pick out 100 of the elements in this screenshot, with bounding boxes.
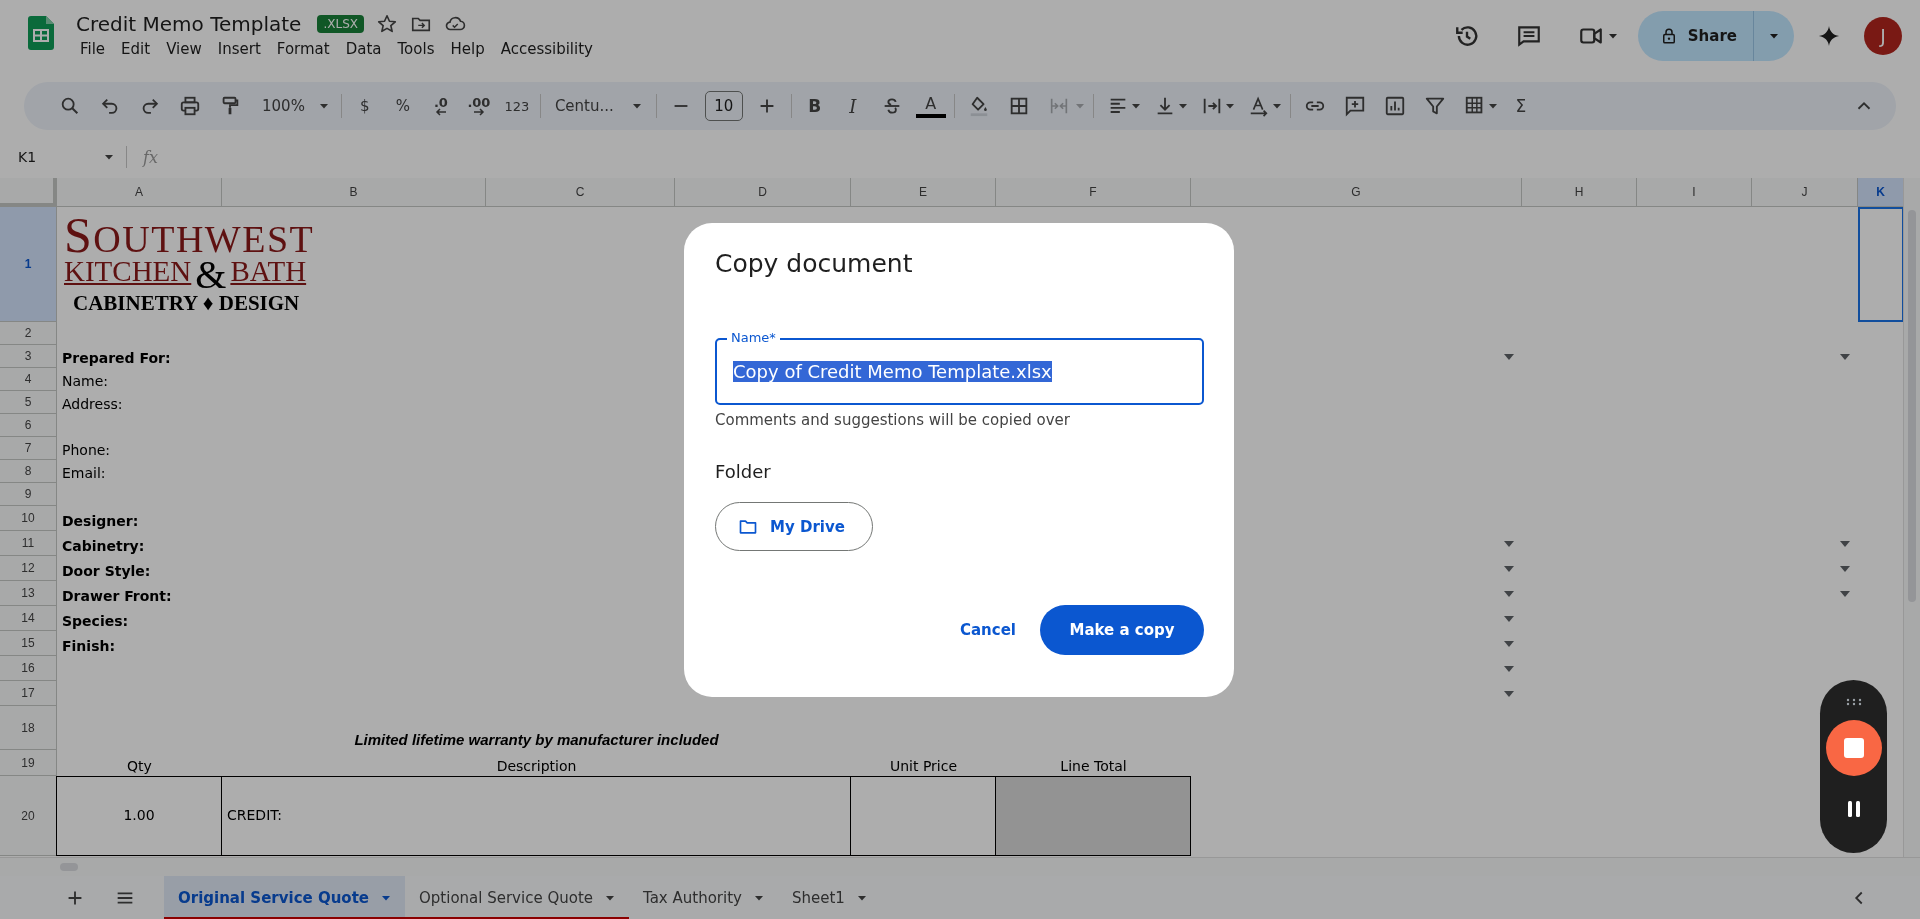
currency-format-button[interactable]: $ (349, 91, 380, 121)
dropdown-arrow-icon[interactable] (1504, 640, 1514, 647)
dropdown-arrow-icon[interactable] (1504, 665, 1514, 672)
sheet-tab[interactable]: Tax Authority (629, 876, 778, 919)
name-box[interactable]: K1 (18, 149, 104, 165)
row-header[interactable]: 4 (0, 368, 57, 391)
sparkle-icon[interactable] (1818, 25, 1840, 47)
column-header[interactable]: A (57, 178, 222, 207)
row-header[interactable]: 10 (0, 506, 57, 531)
horizontal-scrollbar[interactable] (0, 857, 1920, 876)
row-header[interactable]: 15 (0, 631, 57, 656)
font-size-field[interactable]: 10 (704, 91, 743, 121)
sheet-cell-text: Address: (61, 395, 124, 414)
percent-format-button[interactable]: % (387, 91, 418, 121)
column-header[interactable]: D (675, 178, 851, 207)
share-button[interactable]: Share (1637, 11, 1754, 61)
menu-item[interactable]: Format (268, 38, 338, 60)
increase-decimal-button[interactable]: .00 (463, 91, 494, 121)
row-header[interactable]: 2 (0, 322, 57, 345)
row-header[interactable]: 18 (0, 706, 57, 750)
menu-item[interactable]: Accessibility (492, 38, 601, 60)
row-header[interactable]: 20 (0, 776, 57, 856)
row-header[interactable]: 1 (0, 207, 57, 322)
column-header[interactable]: H (1522, 178, 1637, 207)
column-header[interactable]: J (1752, 178, 1858, 207)
sheet-cell-text: Phone: (61, 441, 112, 460)
menu-item[interactable]: Tools (389, 38, 443, 60)
menu-item[interactable]: File (72, 38, 114, 60)
dropdown-arrow-icon[interactable] (1840, 590, 1850, 597)
menu-item[interactable]: Insert (209, 38, 269, 60)
dropdown-arrow-icon[interactable] (1840, 540, 1850, 547)
history-icon[interactable] (1453, 23, 1480, 49)
comment-icon[interactable] (1515, 23, 1542, 49)
caret-icon[interactable] (104, 152, 114, 162)
dropdown-arrow-icon[interactable] (1504, 590, 1514, 597)
row-header[interactable]: 9 (0, 483, 57, 506)
caret-icon[interactable] (1607, 31, 1618, 41)
sheet-tab[interactable]: Optional Service Quote (405, 876, 629, 919)
column-header[interactable]: K (1858, 178, 1903, 207)
dropdown-arrow-icon[interactable] (1840, 353, 1850, 360)
document-title[interactable]: Credit Memo Template (76, 12, 302, 36)
row-header[interactable]: 19 (0, 750, 57, 776)
star-icon[interactable] (375, 13, 398, 35)
section-label: Folder (715, 461, 772, 482)
row-header[interactable]: 16 (0, 656, 57, 681)
row-header[interactable]: 8 (0, 460, 57, 483)
italic-button[interactable]: I (837, 91, 868, 121)
number-format-button[interactable]: 123 (501, 91, 532, 121)
row-header[interactable]: 17 (0, 681, 57, 706)
dropdown-arrow-icon[interactable] (1504, 565, 1514, 572)
column-header[interactable]: I (1637, 178, 1752, 207)
menu-item[interactable]: View (158, 38, 210, 60)
row-header[interactable]: 6 (0, 414, 57, 437)
row-header[interactable]: 11 (0, 531, 57, 556)
caret-icon[interactable] (1130, 101, 1141, 111)
row-header[interactable]: 5 (0, 391, 57, 414)
font-dropdown[interactable]: Centu... (548, 91, 648, 121)
dropdown-arrow-icon[interactable] (1504, 353, 1514, 360)
sheet-tab[interactable]: Sheet1 (777, 876, 881, 919)
logo-title: SOUTHWEST (64, 215, 315, 259)
menu-item[interactable]: Edit (113, 38, 159, 60)
row-header[interactable]: 13 (0, 581, 57, 606)
sheet-tab[interactable]: Original Service Quote (164, 876, 405, 919)
menu-item[interactable]: Data (337, 38, 390, 60)
dropdown-arrow-icon[interactable] (1840, 565, 1850, 572)
sheet-cell-text: Prepared For: (61, 349, 172, 368)
caret-icon[interactable] (1224, 101, 1235, 111)
caret-icon[interactable] (1177, 101, 1188, 111)
bold-button[interactable]: B (799, 91, 830, 121)
column-header[interactable]: F (996, 178, 1191, 207)
dropdown-arrow-icon[interactable] (1504, 690, 1514, 697)
cancel-button[interactable]: Cancel (948, 607, 1028, 653)
column-header[interactable]: E (851, 178, 996, 207)
caret-icon[interactable] (1487, 101, 1498, 111)
sheet-cell-text: Description (495, 757, 578, 776)
caret-icon[interactable] (1271, 101, 1282, 111)
row-header[interactable]: 14 (0, 606, 57, 631)
decrease-decimal-button[interactable]: .0 (425, 91, 456, 121)
functions-button[interactable]: Σ (1505, 91, 1536, 121)
column-header[interactable]: B (222, 178, 486, 207)
vertical-scrollbar[interactable] (1903, 178, 1920, 857)
account-avatar[interactable]: J (1864, 17, 1902, 55)
column-header[interactable]: G (1191, 178, 1522, 207)
zoom-dropdown[interactable]: 100% (254, 91, 333, 121)
name-input-field[interactable]: Name* Copy of Credit Memo Template.xlsx (715, 330, 1204, 405)
column-header[interactable]: C (486, 178, 675, 207)
dropdown-arrow-icon[interactable] (1504, 540, 1514, 547)
row-header[interactable]: 12 (0, 556, 57, 581)
row-header[interactable]: 3 (0, 345, 57, 368)
pause-icon[interactable] (1845, 800, 1862, 818)
text-color-button[interactable]: A (915, 94, 946, 118)
sheets-logo-icon[interactable] (28, 16, 54, 50)
drag-handle-icon[interactable] (1845, 698, 1862, 706)
caret-icon (381, 893, 391, 903)
row-header[interactable]: 7 (0, 437, 57, 460)
sheet-cell-text: Unit Price (888, 757, 959, 776)
make-copy-button[interactable]: Make a copy (1040, 605, 1204, 655)
menu-item[interactable]: Help (442, 38, 493, 60)
dropdown-arrow-icon[interactable] (1504, 615, 1514, 622)
caret-icon (753, 893, 764, 903)
